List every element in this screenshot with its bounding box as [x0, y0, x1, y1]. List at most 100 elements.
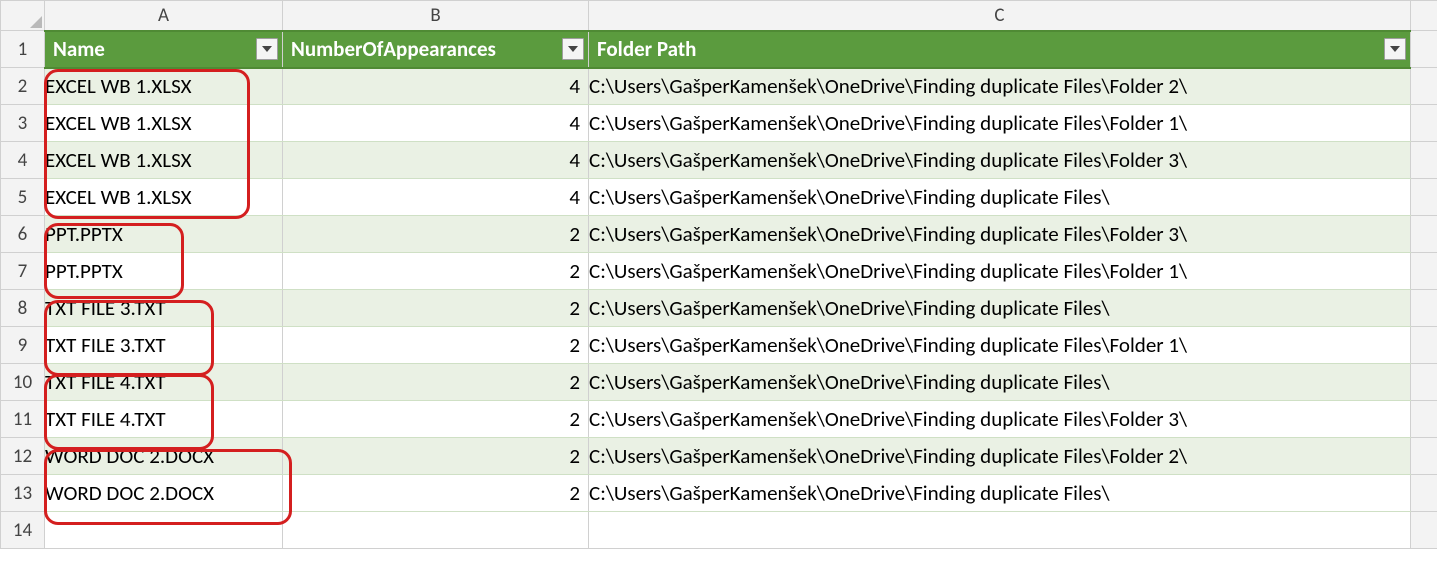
cell-name[interactable]: PPT.PPTX: [45, 253, 283, 290]
row-number[interactable]: 12: [1, 438, 45, 475]
scrollbar-gutter: [1411, 31, 1437, 68]
column-header-row: A B C: [1, 1, 1437, 31]
cell-name[interactable]: WORD DOC 2.DOCX: [45, 475, 283, 512]
cell-count[interactable]: 2: [283, 438, 589, 475]
cell-name[interactable]: TXT FILE 3.TXT: [45, 290, 283, 327]
cell-count[interactable]: 4: [283, 105, 589, 142]
cell-count[interactable]: 2: [283, 401, 589, 438]
table-row: 14: [1, 512, 1437, 549]
cell-name[interactable]: TXT FILE 4.TXT: [45, 364, 283, 401]
chevron-down-icon: [568, 46, 578, 52]
table-row: 10 TXT FILE 4.TXT 2 C:\Users\GašperKamen…: [1, 364, 1437, 401]
cell-name[interactable]: EXCEL WB 1.XLSX: [45, 179, 283, 216]
spreadsheet: A B C 1 Name NumberOfAppearances Folder …: [0, 0, 1437, 549]
col-header-B[interactable]: B: [283, 1, 589, 31]
header-label: Name: [53, 36, 105, 62]
table-row: 9 TXT FILE 3.TXT 2 C:\Users\GašperKamenš…: [1, 327, 1437, 364]
cell-path[interactable]: C:\Users\GašperKamenšek\OneDrive\Finding…: [589, 253, 1411, 290]
cell-path[interactable]: C:\Users\GašperKamenšek\OneDrive\Finding…: [589, 290, 1411, 327]
scrollbar-gutter: [1411, 105, 1437, 142]
table-row: 7 PPT.PPTX 2 C:\Users\GašperKamenšek\One…: [1, 253, 1437, 290]
cell-path[interactable]: C:\Users\GašperKamenšek\OneDrive\Finding…: [589, 105, 1411, 142]
table-row: 5 EXCEL WB 1.XLSX 4 C:\Users\GašperKamen…: [1, 179, 1437, 216]
cell-count[interactable]: 2: [283, 475, 589, 512]
row-number[interactable]: 1: [1, 31, 45, 68]
filter-button-count[interactable]: [562, 38, 584, 60]
chevron-down-icon: [262, 46, 272, 52]
scrollbar-gutter: [1411, 438, 1437, 475]
scrollbar-gutter: [1411, 68, 1437, 105]
row-number[interactable]: 8: [1, 290, 45, 327]
header-cell-name[interactable]: Name: [45, 31, 283, 68]
cell-name[interactable]: EXCEL WB 1.XLSX: [45, 142, 283, 179]
cell-path[interactable]: C:\Users\GašperKamenšek\OneDrive\Finding…: [589, 364, 1411, 401]
scrollbar-gutter: [1411, 290, 1437, 327]
row-number[interactable]: 2: [1, 68, 45, 105]
filter-button-name[interactable]: [256, 38, 278, 60]
cell-count[interactable]: 2: [283, 216, 589, 253]
cell-count[interactable]: 4: [283, 142, 589, 179]
cell-name[interactable]: TXT FILE 4.TXT: [45, 401, 283, 438]
table-row: 6 PPT.PPTX 2 C:\Users\GašperKamenšek\One…: [1, 216, 1437, 253]
scrollbar-gutter: [1411, 216, 1437, 253]
scrollbar-gutter: [1411, 364, 1437, 401]
row-number[interactable]: 10: [1, 364, 45, 401]
scrollbar-gutter: [1411, 327, 1437, 364]
row-number[interactable]: 3: [1, 105, 45, 142]
table-row: 13 WORD DOC 2.DOCX 2 C:\Users\GašperKame…: [1, 475, 1437, 512]
chevron-down-icon: [1390, 46, 1400, 52]
cell-path[interactable]: C:\Users\GašperKamenšek\OneDrive\Finding…: [589, 142, 1411, 179]
header-cell-path[interactable]: Folder Path: [589, 31, 1411, 68]
cell-path[interactable]: C:\Users\GašperKamenšek\OneDrive\Finding…: [589, 68, 1411, 105]
filter-button-path[interactable]: [1384, 38, 1406, 60]
cell-count[interactable]: 2: [283, 253, 589, 290]
table-row: 4 EXCEL WB 1.XLSX 4 C:\Users\GašperKamen…: [1, 142, 1437, 179]
cell-name[interactable]: WORD DOC 2.DOCX: [45, 438, 283, 475]
cell-name[interactable]: PPT.PPTX: [45, 216, 283, 253]
row-number[interactable]: 4: [1, 142, 45, 179]
table-row: 11 TXT FILE 4.TXT 2 C:\Users\GašperKamen…: [1, 401, 1437, 438]
grid-table: A B C 1 Name NumberOfAppearances Folder …: [0, 0, 1437, 549]
col-header-A[interactable]: A: [45, 1, 283, 31]
cell-count[interactable]: 4: [283, 179, 589, 216]
scrollbar-gutter: [1411, 1, 1437, 31]
row-number[interactable]: 13: [1, 475, 45, 512]
row-number[interactable]: 14: [1, 512, 45, 549]
table-header-row: 1 Name NumberOfAppearances Folder Path: [1, 31, 1437, 68]
table-row: 12 WORD DOC 2.DOCX 2 C:\Users\GašperKame…: [1, 438, 1437, 475]
empty-cell[interactable]: [45, 512, 283, 549]
cell-count[interactable]: 2: [283, 364, 589, 401]
scrollbar-gutter: [1411, 475, 1437, 512]
scrollbar-gutter: [1411, 142, 1437, 179]
cell-count[interactable]: 2: [283, 327, 589, 364]
header-label: Folder Path: [597, 36, 696, 62]
scrollbar-gutter: [1411, 179, 1437, 216]
row-number[interactable]: 11: [1, 401, 45, 438]
cell-name[interactable]: EXCEL WB 1.XLSX: [45, 68, 283, 105]
table-row: 8 TXT FILE 3.TXT 2 C:\Users\GašperKamenš…: [1, 290, 1437, 327]
cell-path[interactable]: C:\Users\GašperKamenšek\OneDrive\Finding…: [589, 179, 1411, 216]
table-row: 2 EXCEL WB 1.XLSX 4 C:\Users\GašperKamen…: [1, 68, 1437, 105]
scrollbar-gutter: [1411, 401, 1437, 438]
select-all-corner[interactable]: [1, 1, 45, 31]
cell-path[interactable]: C:\Users\GašperKamenšek\OneDrive\Finding…: [589, 438, 1411, 475]
scrollbar-gutter: [1411, 253, 1437, 290]
cell-name[interactable]: TXT FILE 3.TXT: [45, 327, 283, 364]
cell-path[interactable]: C:\Users\GašperKamenšek\OneDrive\Finding…: [589, 327, 1411, 364]
cell-path[interactable]: C:\Users\GašperKamenšek\OneDrive\Finding…: [589, 475, 1411, 512]
cell-path[interactable]: C:\Users\GašperKamenšek\OneDrive\Finding…: [589, 401, 1411, 438]
empty-cell[interactable]: [589, 512, 1411, 549]
cell-count[interactable]: 2: [283, 290, 589, 327]
empty-cell[interactable]: [283, 512, 589, 549]
table-row: 3 EXCEL WB 1.XLSX 4 C:\Users\GašperKamen…: [1, 105, 1437, 142]
cell-count[interactable]: 4: [283, 68, 589, 105]
row-number[interactable]: 9: [1, 327, 45, 364]
cell-path[interactable]: C:\Users\GašperKamenšek\OneDrive\Finding…: [589, 216, 1411, 253]
cell-name[interactable]: EXCEL WB 1.XLSX: [45, 105, 283, 142]
row-number[interactable]: 5: [1, 179, 45, 216]
header-cell-count[interactable]: NumberOfAppearances: [283, 31, 589, 68]
col-header-C[interactable]: C: [589, 1, 1411, 31]
row-number[interactable]: 6: [1, 216, 45, 253]
scrollbar-gutter: [1411, 512, 1437, 549]
row-number[interactable]: 7: [1, 253, 45, 290]
